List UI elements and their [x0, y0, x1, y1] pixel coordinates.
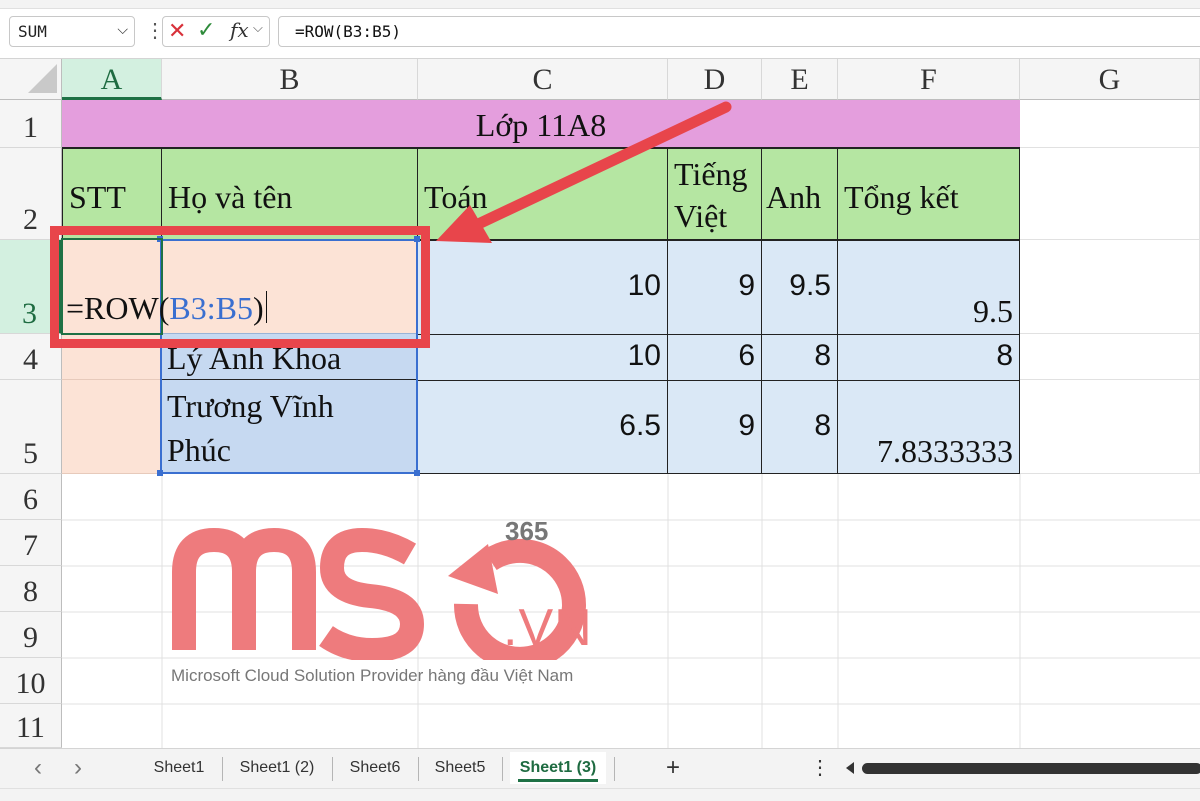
prev-sheet-icon[interactable]: ‹: [22, 752, 54, 784]
column-header-a[interactable]: A: [62, 59, 162, 100]
scroll-left-icon[interactable]: [846, 762, 854, 774]
tab-sheet6[interactable]: Sheet6: [342, 752, 408, 784]
column-header-f[interactable]: F: [838, 59, 1020, 100]
column-header-g[interactable]: G: [1020, 59, 1200, 100]
range-handle[interactable]: [414, 470, 420, 476]
row-header-9[interactable]: 9: [0, 612, 62, 658]
cell-g2[interactable]: [1020, 148, 1200, 240]
row-header-1[interactable]: 1: [0, 100, 62, 148]
cell-g3[interactable]: [1020, 240, 1200, 334]
window-top-strip: [0, 0, 1200, 9]
row-header-8[interactable]: 8: [0, 566, 62, 612]
name-box[interactable]: SUM ⌵: [9, 16, 135, 47]
more-sheets-icon[interactable]: ⋮: [808, 752, 832, 784]
row-header-7[interactable]: 7: [0, 520, 62, 566]
column-header-b[interactable]: B: [162, 59, 418, 100]
cell-g4[interactable]: [1020, 334, 1200, 380]
add-sheet-icon[interactable]: +: [658, 752, 688, 784]
cell-e3[interactable]: 9.5: [761, 240, 838, 335]
cell-g5[interactable]: [1020, 380, 1200, 474]
cell-d5[interactable]: 9: [667, 380, 762, 474]
annotation-box: [50, 226, 430, 348]
cell-f5[interactable]: 7.8333333: [837, 380, 1020, 474]
cell-c4[interactable]: 10: [417, 334, 668, 381]
cell-g1[interactable]: [1020, 100, 1200, 148]
logo-domain: .VN: [503, 599, 593, 657]
cell-f4[interactable]: 8: [837, 334, 1020, 381]
logo-tagline: Microsoft Cloud Solution Provider hàng đ…: [171, 666, 574, 685]
cell-d4[interactable]: 6: [667, 334, 762, 381]
next-sheet-icon[interactable]: ›: [62, 752, 94, 784]
header-total[interactable]: Tổng kết: [837, 148, 1020, 240]
chevron-down-icon[interactable]: ⌵: [117, 21, 128, 38]
chevron-down-icon[interactable]: ⌵: [253, 20, 263, 36]
column-header-e[interactable]: E: [762, 59, 838, 100]
tab-sheet1-2[interactable]: Sheet1 (2): [232, 752, 322, 784]
cell-c5[interactable]: 6.5: [417, 380, 668, 474]
annotation-arrow-icon: [436, 101, 732, 243]
insert-function-icon[interactable]: fx: [230, 18, 249, 42]
logo-365: 365: [505, 516, 549, 546]
cell-f3[interactable]: 9.5: [837, 240, 1020, 335]
tab-separator: [502, 757, 503, 781]
tab-separator: [418, 757, 419, 781]
column-header-d[interactable]: D: [668, 59, 762, 100]
tab-sheet1[interactable]: Sheet1: [146, 752, 212, 784]
cell-e4[interactable]: 8: [761, 334, 838, 381]
row-header-10[interactable]: 10: [0, 658, 62, 704]
row-header-11[interactable]: 11: [0, 704, 62, 748]
select-all-triangle-icon: [28, 64, 57, 93]
cancel-icon[interactable]: ✕: [168, 18, 186, 44]
row-header-5[interactable]: 5: [0, 380, 62, 474]
active-tab-underline: [518, 779, 598, 782]
row-header-6[interactable]: 6: [0, 474, 62, 520]
tab-sheet5[interactable]: Sheet5: [427, 752, 493, 784]
tab-separator: [614, 757, 615, 781]
header-english[interactable]: Anh: [761, 148, 838, 240]
cell-e5[interactable]: 8: [761, 380, 838, 474]
column-header-c[interactable]: C: [418, 59, 668, 100]
cell-a5[interactable]: [62, 380, 162, 474]
range-handle[interactable]: [157, 470, 163, 476]
formula-input[interactable]: =ROW(B3:B5): [278, 16, 1200, 47]
name-box-value: SUM: [18, 22, 47, 41]
formula-text: =ROW(B3:B5): [295, 22, 401, 41]
tab-separator: [222, 757, 223, 781]
horizontal-scrollbar[interactable]: [862, 763, 1200, 774]
enter-check-icon[interactable]: ✓: [197, 17, 215, 43]
status-bar: [0, 788, 1200, 801]
tab-separator: [332, 757, 333, 781]
